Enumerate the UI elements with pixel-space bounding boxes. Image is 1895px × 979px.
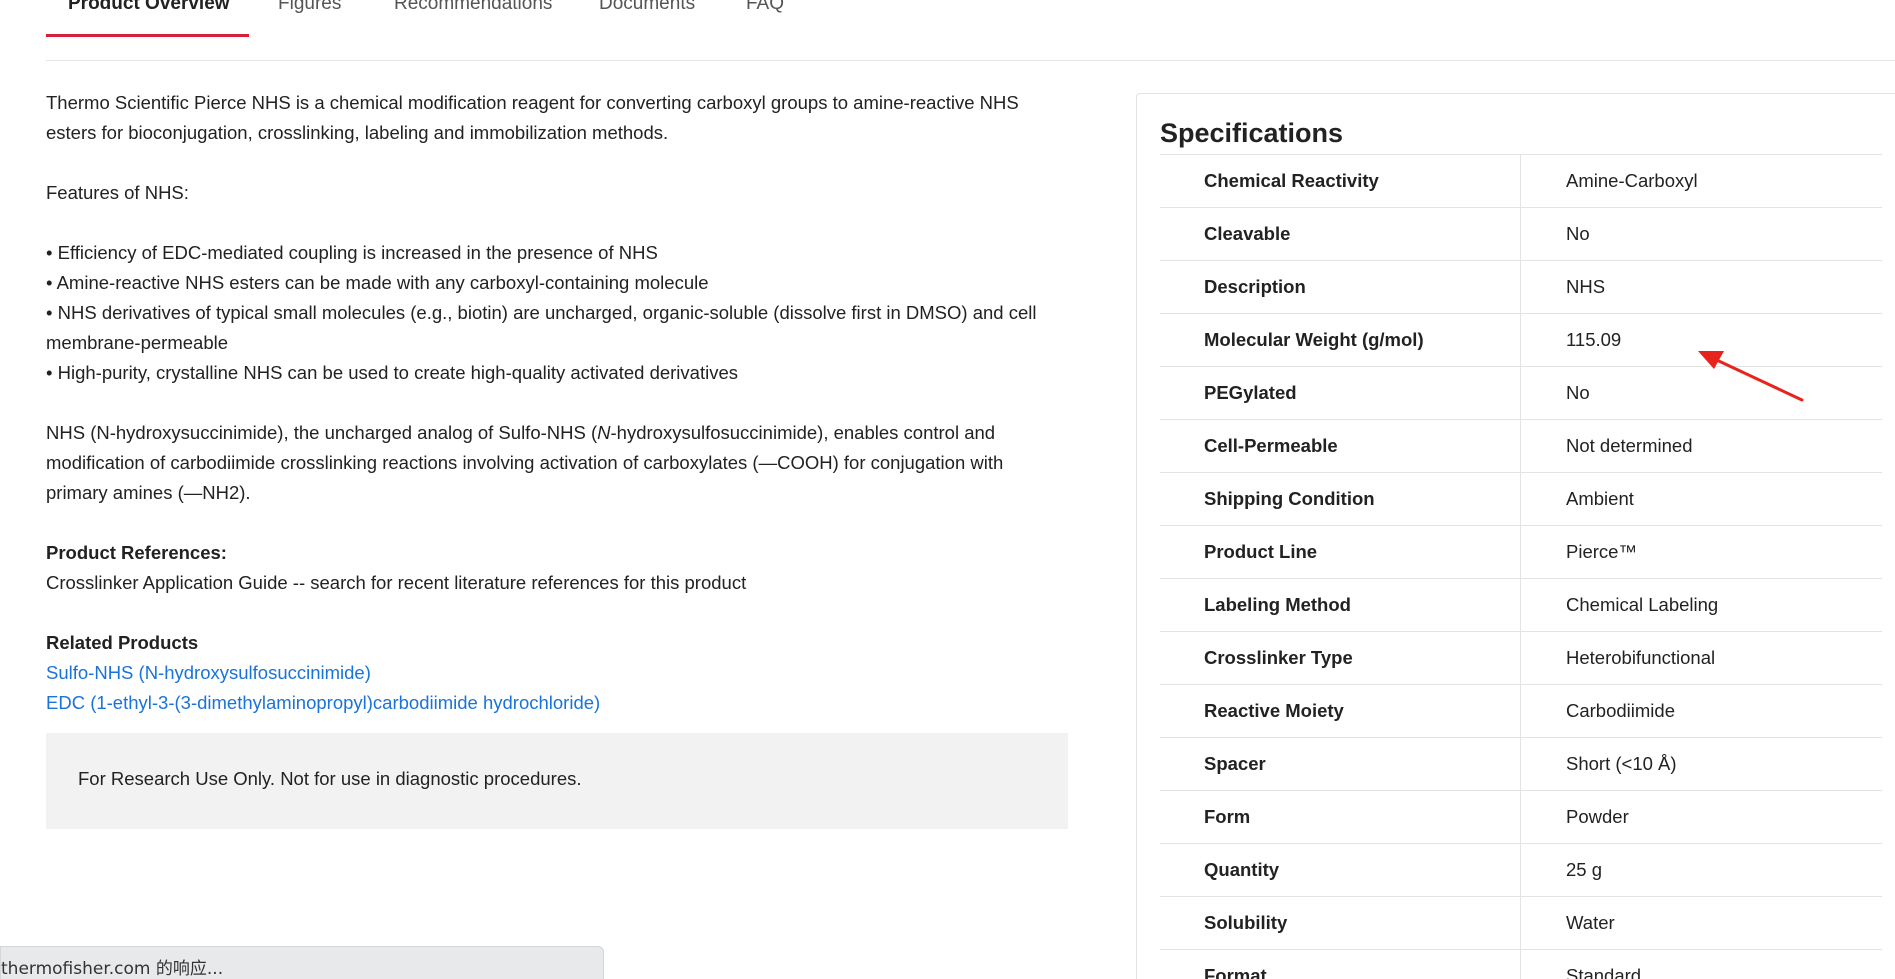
features-heading: Features of NHS:	[46, 182, 189, 203]
feature-item: • Amine-reactive NHS esters can be made …	[46, 272, 709, 293]
spec-value: 25 g	[1566, 859, 1603, 880]
spec-row: Spacer Short (<10 Å)	[1160, 738, 1882, 791]
spec-key: Reactive Moiety	[1204, 700, 1344, 721]
tab-documents[interactable]: Documents	[599, 0, 695, 15]
spec-value: NHS	[1566, 276, 1606, 297]
spec-key: Crosslinker Type	[1204, 647, 1353, 668]
product-page: Product Overview Figures Recommendations…	[0, 0, 1895, 979]
spec-value: Heterobifunctional	[1566, 647, 1716, 668]
spec-row: Form Powder	[1160, 791, 1882, 844]
spec-key: PEGylated	[1204, 382, 1297, 403]
spec-row: Chemical Reactivity Amine-Carboxyl	[1160, 155, 1882, 208]
nhs-paragraph: NHS (N-hydroxysuccinimide), the uncharge…	[46, 422, 996, 443]
references-heading: Product References:	[46, 542, 227, 563]
tab-faq[interactable]: FAQ	[746, 0, 784, 15]
related-link-sulfo-nhs[interactable]: Sulfo-NHS (N-hydroxysulfosuccinimide)	[46, 662, 371, 683]
spec-value: No	[1566, 223, 1590, 244]
spec-value: Ambient	[1566, 488, 1634, 509]
related-link-edc[interactable]: EDC (1-ethyl-3-(3-dimethylaminopropyl)ca…	[46, 692, 600, 713]
spec-row: Description NHS	[1160, 261, 1882, 314]
feature-item: • NHS derivatives of typical small molec…	[46, 302, 1037, 323]
product-description: Thermo Scientific Pierce NHS is a chemic…	[46, 88, 1076, 718]
spec-key: Labeling Method	[1204, 594, 1351, 615]
spec-row: Format Standard	[1160, 950, 1882, 979]
spec-value: Not determined	[1566, 435, 1693, 456]
research-use-text: For Research Use Only. Not for use in di…	[78, 768, 582, 789]
spec-key: Cleavable	[1204, 223, 1291, 244]
feature-item: membrane-permeable	[46, 332, 229, 353]
related-products-heading: Related Products	[46, 632, 199, 653]
spec-row: Quantity 25 g	[1160, 844, 1882, 897]
intro-text: Thermo Scientific Pierce NHS is a chemic…	[46, 92, 1019, 113]
spec-row: Solubility Water	[1160, 897, 1882, 950]
status-text: thermofisher.com 的响应...	[1, 959, 224, 979]
spec-row: Reactive Moiety Carbodiimide	[1160, 685, 1882, 738]
tab-product-overview[interactable]: Product Overview	[68, 0, 230, 15]
research-use-notice: For Research Use Only. Not for use in di…	[46, 733, 1068, 829]
spec-key: Solubility	[1204, 912, 1288, 933]
references-text: Crosslinker Application Guide -- search …	[46, 572, 747, 593]
spec-row: Crosslinker Type Heterobifunctional	[1160, 632, 1882, 685]
spec-row: Labeling Method Chemical Labeling	[1160, 579, 1882, 632]
spec-row: Product Line Pierce™	[1160, 526, 1882, 579]
spec-key: Product Line	[1204, 541, 1318, 562]
nhs-paragraph-line: modification of carbodiimide crosslinkin…	[46, 452, 1004, 473]
spec-value: Pierce™	[1566, 541, 1637, 562]
spec-row: Cleavable No	[1160, 208, 1882, 261]
annotation-arrow-icon	[1698, 351, 1804, 402]
intro-text: esters for bioconjugation, crosslinking,…	[46, 122, 669, 143]
spec-key: Shipping Condition	[1204, 488, 1375, 509]
specifications-panel: Specifications Chemical Reactivity Amine-…	[1136, 93, 1895, 979]
nhs-paragraph-line: primary amines (—NH2).	[46, 482, 251, 503]
tab-figures[interactable]: Figures	[278, 0, 341, 15]
feature-item: • Efficiency of EDC-mediated coupling is…	[46, 242, 658, 263]
spec-value: No	[1566, 382, 1590, 403]
spec-value: Powder	[1566, 806, 1629, 827]
spec-key: Description	[1204, 276, 1306, 297]
tab-recommendations[interactable]: Recommendations	[394, 0, 552, 15]
spec-value: Carbodiimide	[1566, 700, 1675, 721]
spec-value: 115.09	[1566, 329, 1622, 350]
spec-row: Cell-Permeable Not determined	[1160, 420, 1882, 473]
spec-key: Quantity	[1204, 859, 1280, 880]
browser-status-bar: thermofisher.com 的响应...	[0, 946, 604, 979]
spec-key: Cell-Permeable	[1204, 435, 1338, 456]
tab-bar: Product Overview Figures Recommendations…	[46, 0, 1895, 61]
spec-value: Short (<10 Å)	[1566, 753, 1677, 774]
specifications-title: Specifications	[1160, 118, 1344, 148]
spec-key: Spacer	[1204, 753, 1266, 774]
feature-item: • High-purity, crystalline NHS can be us…	[46, 362, 738, 383]
specifications-table: Chemical Reactivity Amine-Carboxyl Cleava…	[1160, 154, 1882, 979]
active-tab-indicator	[46, 34, 249, 37]
spec-value: Amine-Carboxyl	[1566, 170, 1698, 191]
spec-key: Form	[1204, 806, 1251, 827]
spec-value: Standard	[1566, 965, 1642, 979]
spec-row: Shipping Condition Ambient	[1160, 473, 1882, 526]
spec-value: Water	[1566, 912, 1615, 933]
spec-value: Chemical Labeling	[1566, 594, 1719, 615]
spec-key: Format	[1204, 965, 1267, 979]
spec-key: Molecular Weight (g/mol)	[1204, 329, 1424, 350]
spec-key: Chemical Reactivity	[1204, 170, 1379, 191]
